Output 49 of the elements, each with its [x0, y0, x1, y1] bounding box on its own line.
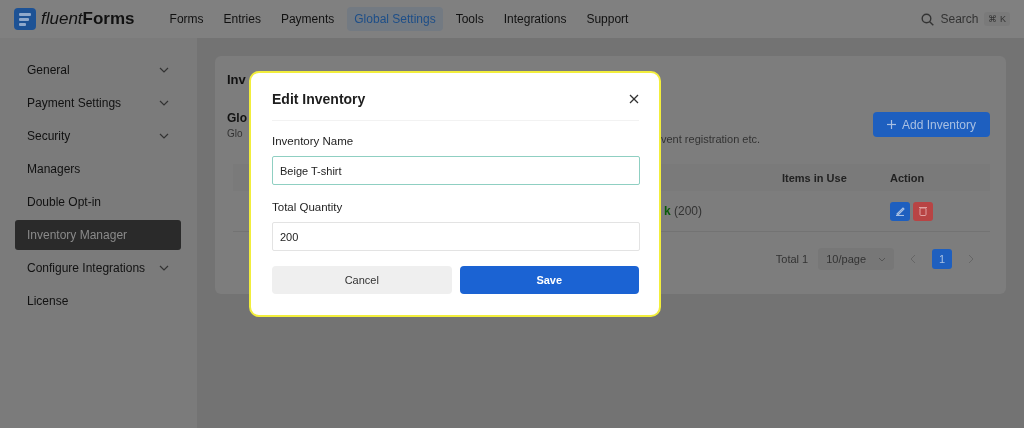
field-label: Total Quantity [272, 201, 344, 213]
delete-button[interactable] [913, 201, 933, 221]
search-label[interactable]: Search [940, 12, 979, 26]
sidebar-item[interactable]: General [15, 55, 181, 85]
chevron-down-icon [878, 256, 886, 262]
brand-name: fluentForms [41, 9, 135, 29]
add-inventory-button[interactable]: Add Inventory [872, 112, 990, 137]
logo-icon [14, 8, 36, 30]
field-label: Inventory Name [272, 135, 355, 147]
page-size-select[interactable]: 10/page [818, 248, 894, 270]
chevron-down-icon[interactable] [159, 100, 169, 106]
chevron-down-icon[interactable] [159, 67, 169, 73]
chevron-down-icon[interactable] [159, 133, 169, 139]
search-icon[interactable] [921, 12, 935, 26]
cancel-button[interactable]: Cancel [272, 266, 452, 294]
nav-tab[interactable]: Forms [162, 7, 211, 31]
section-description: Glo [227, 128, 243, 139]
sidebar-item[interactable]: Managers [15, 154, 181, 184]
trash-icon [919, 206, 927, 216]
pencil-icon [895, 206, 905, 216]
page-number[interactable]: 1 [932, 249, 952, 269]
sidebar-item[interactable]: Payment Settings [15, 88, 181, 118]
save-button[interactable]: Save [459, 266, 639, 294]
sidebar-item[interactable]: Inventory Manager [15, 220, 181, 250]
close-button[interactable] [629, 94, 639, 104]
nav-tab[interactable]: Entries [216, 7, 268, 31]
column-header: Items in Use [782, 171, 847, 184]
sidebar-item[interactable]: Configure Integrations [15, 253, 181, 283]
section-title: Glo [227, 111, 247, 125]
section-description: vent registration etc. [661, 133, 761, 145]
stock-quantity: k (200) [664, 204, 703, 218]
close-icon [629, 94, 639, 104]
dialog-title: Edit Inventory [272, 91, 366, 107]
chevron-down-icon[interactable] [159, 265, 169, 271]
nav-tab[interactable]: Integrations [496, 7, 574, 31]
input-field[interactable]: 200 [272, 222, 640, 251]
page-title: Inv [227, 72, 247, 89]
sidebar-item[interactable]: License [15, 286, 181, 316]
nav-tab[interactable]: Payments [273, 7, 342, 31]
sidebar-item[interactable]: Security [15, 121, 181, 151]
nav-tab[interactable]: Support [579, 7, 636, 31]
plus-icon [886, 120, 896, 129]
edit-button[interactable] [890, 201, 910, 221]
shortcut-hint: ⌘ K [984, 12, 1010, 26]
input-field[interactable]: Beige T-shirt [272, 156, 640, 185]
nav-tab[interactable]: Tools [448, 7, 491, 31]
total-count: Total 1 [775, 253, 809, 265]
sidebar-item[interactable]: Double Opt-in [15, 187, 181, 217]
column-header: Action [890, 171, 925, 184]
